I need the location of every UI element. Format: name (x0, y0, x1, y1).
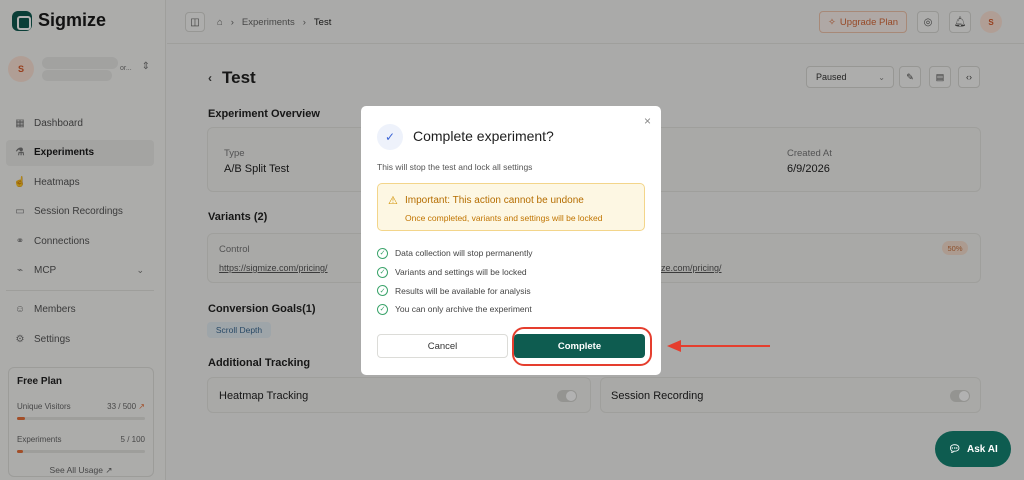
list-item-text: Data collection will stop permanently (395, 248, 533, 259)
warning-triangle-icon: ⚠ (388, 195, 398, 207)
annotation-arrow-line (680, 345, 770, 347)
dialog-subtitle: This will stop the test and lock all set… (377, 162, 533, 172)
list-item: ✓ Results will be available for analysis (377, 281, 532, 300)
check-icon: ✓ (377, 266, 388, 278)
list-item: ✓ You can only archive the experiment (377, 300, 532, 319)
warning-box: ⚠ Important: This action cannot be undon… (377, 183, 645, 231)
check-icon: ✓ (377, 285, 388, 297)
warning-description: Once completed, variants and settings wi… (405, 213, 603, 223)
check-icon: ✓ (377, 303, 388, 315)
annotation-highlight-ring (512, 327, 652, 366)
list-item: ✓ Variants and settings will be locked (377, 263, 532, 282)
list-item-text: Results will be available for analysis (395, 285, 531, 296)
check-icon: ✓ (377, 247, 388, 259)
list-item-text: You can only archive the experiment (395, 304, 532, 315)
check-circle-icon: ✓ (377, 124, 403, 150)
list-item: ✓ Data collection will stop permanently (377, 244, 532, 263)
close-icon[interactable]: × (644, 114, 651, 128)
warning-title: Important: This action cannot be undone (405, 195, 584, 206)
consequence-list: ✓ Data collection will stop permanently ✓… (377, 244, 532, 319)
ask-ai-button[interactable]: 💬︎ Ask AI (935, 431, 1011, 467)
annotation-arrow-head-icon (667, 340, 681, 352)
dialog-title: Complete experiment? (413, 128, 554, 144)
cancel-button[interactable]: Cancel (377, 334, 508, 358)
list-item-text: Variants and settings will be locked (395, 267, 527, 278)
ask-ai-label: Ask AI (966, 443, 998, 455)
chat-icon: 💬︎ (948, 443, 961, 455)
